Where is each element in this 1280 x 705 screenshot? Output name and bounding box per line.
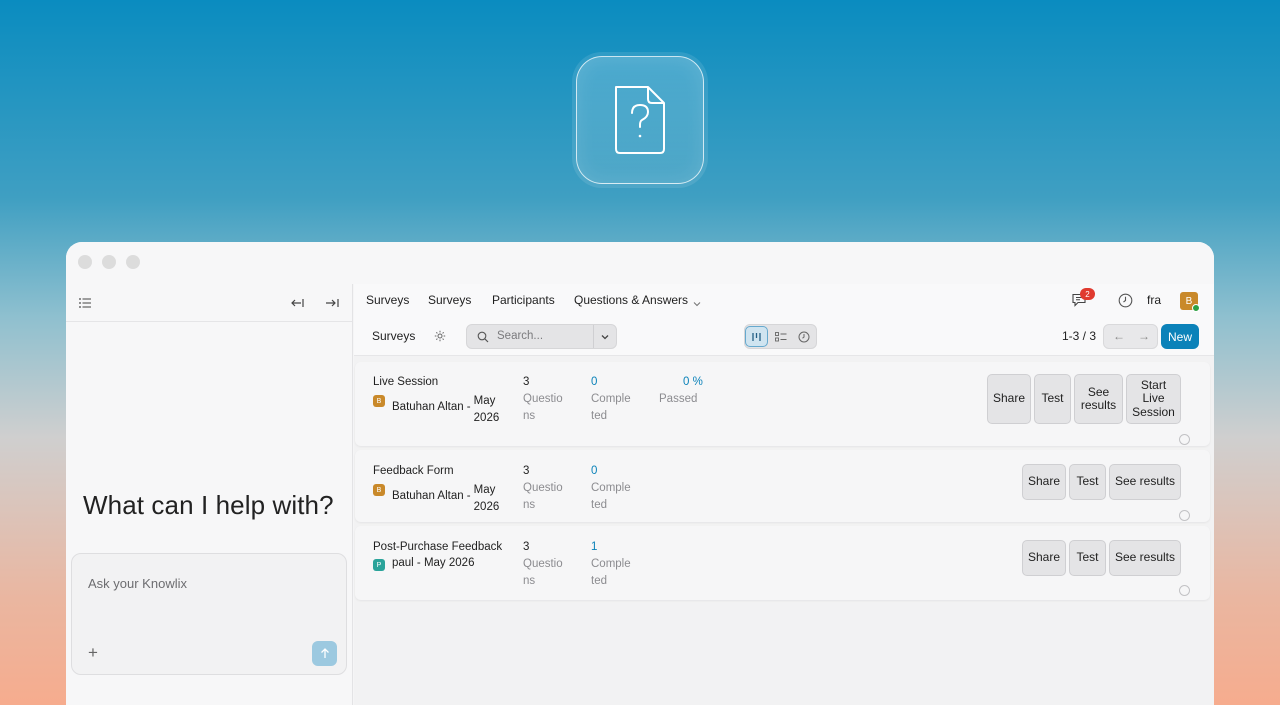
nav-app-surveys[interactable]: Surveys bbox=[366, 293, 409, 307]
list-view-icon[interactable] bbox=[769, 326, 792, 347]
add-attachment-icon[interactable]: + bbox=[88, 643, 98, 663]
survey-title: Feedback Form bbox=[373, 465, 454, 477]
gear-icon[interactable] bbox=[434, 329, 446, 347]
assistant-prompt-input[interactable]: Ask your Knowlix + bbox=[71, 553, 347, 675]
search-options-dropdown[interactable] bbox=[593, 325, 616, 348]
author-avatar: P bbox=[373, 559, 385, 571]
window-maximize-button[interactable] bbox=[126, 255, 140, 269]
start-live-session-button[interactable]: Start Live Session bbox=[1126, 374, 1181, 424]
nav-questions-answers[interactable]: Questions & Answers bbox=[574, 293, 688, 307]
breadcrumb[interactable]: Surveys bbox=[372, 329, 415, 343]
pager-controls: ← → bbox=[1103, 324, 1158, 349]
previous-page-button[interactable]: ← bbox=[1113, 329, 1125, 343]
kanban-view-icon[interactable] bbox=[745, 326, 768, 347]
survey-author: P paul - May 2026 bbox=[373, 557, 474, 571]
notification-badge: 2 bbox=[1080, 288, 1095, 300]
survey-author: B Batuhan Altan - May 2026 bbox=[373, 393, 499, 426]
author-name: paul - May 2026 bbox=[392, 557, 475, 569]
author-avatar: B bbox=[373, 395, 385, 407]
share-button[interactable]: Share bbox=[1022, 540, 1066, 576]
passed-percent[interactable]: 0 % bbox=[683, 376, 703, 388]
questions-label: Questio ns bbox=[523, 482, 563, 511]
questions-count: 3 bbox=[523, 465, 530, 477]
see-results-button[interactable]: See results bbox=[1109, 464, 1181, 500]
completed-count[interactable]: 1 bbox=[591, 541, 597, 553]
list-icon[interactable] bbox=[74, 292, 96, 314]
date-month: May bbox=[473, 484, 496, 496]
user-initial: B bbox=[1185, 295, 1193, 307]
control-panel: Surveys Search... 1-3 / 3 ← → New bbox=[354, 318, 1214, 356]
survey-card[interactable]: Post-Purchase Feedback P paul - May 2026… bbox=[355, 526, 1210, 600]
arrow-up-icon bbox=[320, 648, 329, 658]
window-titlebar bbox=[66, 242, 1214, 284]
date-month: May bbox=[473, 395, 496, 407]
prompt-placeholder: Ask your Knowlix bbox=[88, 576, 187, 591]
share-button[interactable]: Share bbox=[1022, 464, 1066, 500]
activity-clock-icon[interactable] bbox=[1179, 434, 1190, 445]
survey-title: Live Session bbox=[373, 376, 439, 388]
questions-count: 3 bbox=[523, 376, 530, 388]
expand-right-icon[interactable] bbox=[321, 292, 343, 314]
activity-view-icon[interactable] bbox=[792, 326, 815, 347]
window-close-button[interactable] bbox=[78, 255, 92, 269]
questions-count: 3 bbox=[523, 541, 530, 553]
language-switcher[interactable]: fra bbox=[1147, 293, 1161, 307]
completed-count[interactable]: 0 bbox=[591, 465, 597, 477]
caret-down-icon bbox=[601, 334, 609, 339]
nav-surveys[interactable]: Surveys bbox=[428, 293, 471, 307]
pager-value[interactable]: 1-3 / 3 bbox=[1062, 329, 1096, 343]
search-placeholder: Search... bbox=[497, 330, 544, 342]
survey-date: May 2026 bbox=[474, 482, 500, 515]
survey-title: Post-Purchase Feedback bbox=[373, 541, 503, 553]
send-button[interactable] bbox=[312, 641, 337, 666]
online-status-indicator bbox=[1192, 304, 1200, 312]
chevron-down-icon[interactable] bbox=[693, 294, 701, 312]
new-survey-button[interactable]: New bbox=[1161, 324, 1199, 349]
app-logo-icon bbox=[576, 56, 704, 184]
survey-date: May 2026 bbox=[474, 393, 500, 426]
next-page-button[interactable]: → bbox=[1138, 329, 1150, 343]
date-year: 2026 bbox=[473, 411, 500, 424]
completed-count[interactable]: 0 bbox=[591, 376, 597, 388]
activity-clock-icon[interactable] bbox=[1118, 293, 1133, 313]
search-input[interactable]: Search... bbox=[466, 324, 617, 349]
share-button[interactable]: Share bbox=[987, 374, 1031, 424]
view-switcher bbox=[744, 324, 817, 349]
top-navigation: Surveys Surveys Participants Questions &… bbox=[354, 284, 1214, 318]
see-results-button[interactable]: See results bbox=[1074, 374, 1123, 424]
app-window: What can I help with? Ask your Knowlix +… bbox=[66, 242, 1214, 705]
collapse-left-icon[interactable] bbox=[287, 292, 309, 314]
test-button[interactable]: Test bbox=[1034, 374, 1071, 424]
author-name: Batuhan Altan - bbox=[392, 401, 471, 413]
author-avatar: B bbox=[373, 484, 385, 496]
completed-label: Comple ted bbox=[591, 558, 631, 587]
survey-card[interactable]: Feedback Form B Batuhan Altan - May 2026… bbox=[355, 450, 1210, 522]
survey-author: B Batuhan Altan - May 2026 bbox=[373, 482, 499, 515]
sidebar-toolbar bbox=[66, 284, 352, 322]
see-results-button[interactable]: See results bbox=[1109, 540, 1181, 576]
activity-clock-icon[interactable] bbox=[1179, 585, 1190, 596]
assistant-sidebar: What can I help with? Ask your Knowlix + bbox=[66, 284, 353, 705]
activity-clock-icon[interactable] bbox=[1179, 510, 1190, 521]
survey-document-icon bbox=[615, 86, 665, 154]
passed-label: Passed bbox=[659, 393, 698, 405]
completed-label: Comple ted bbox=[591, 393, 631, 422]
assistant-heading: What can I help with? bbox=[83, 490, 334, 520]
date-year: 2026 bbox=[473, 500, 500, 513]
nav-participants[interactable]: Participants bbox=[492, 293, 555, 307]
window-minimize-button[interactable] bbox=[102, 255, 116, 269]
survey-card[interactable]: Live Session B Batuhan Altan - May 2026 … bbox=[355, 362, 1210, 446]
test-button[interactable]: Test bbox=[1069, 540, 1106, 576]
completed-label: Comple ted bbox=[591, 482, 631, 511]
questions-label: Questio ns bbox=[523, 393, 563, 422]
test-button[interactable]: Test bbox=[1069, 464, 1106, 500]
search-icon bbox=[477, 330, 489, 348]
author-name: Batuhan Altan - bbox=[392, 490, 471, 502]
questions-label: Questio ns bbox=[523, 558, 563, 587]
main-content: Surveys Surveys Participants Questions &… bbox=[354, 284, 1214, 705]
